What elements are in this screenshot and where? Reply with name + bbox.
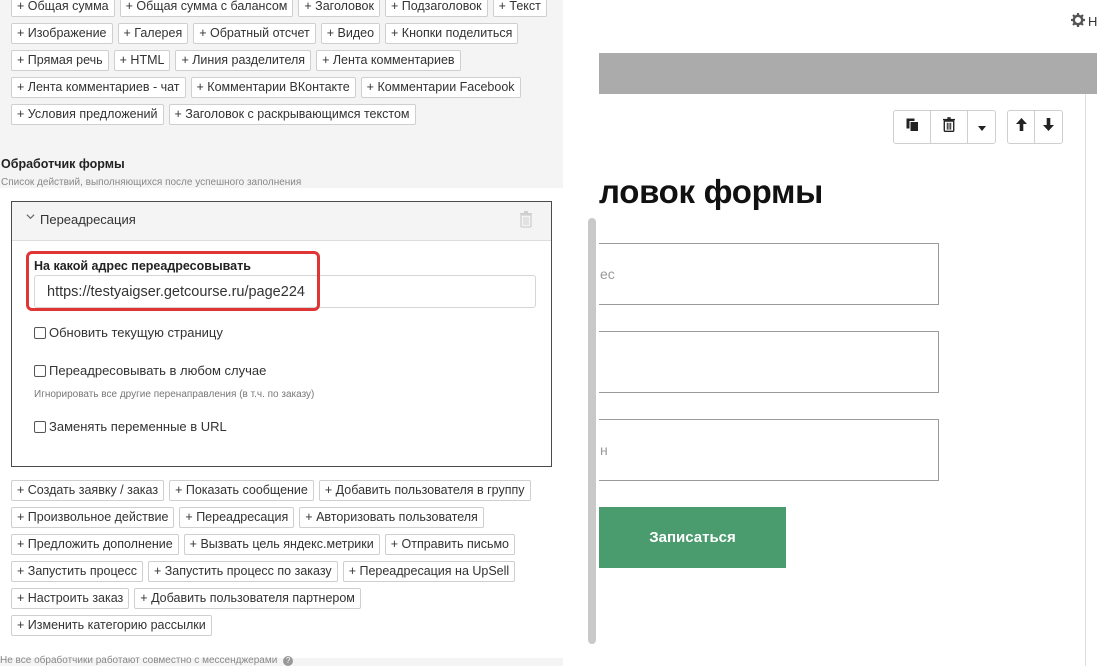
add-button[interactable]: + Произвольное действие: [11, 507, 175, 528]
replace-variables-checkbox[interactable]: [34, 420, 46, 433]
button-row: + Условия предложений + Заголовок с раскр…: [11, 104, 556, 127]
caret-down-icon: [977, 118, 986, 136]
add-button[interactable]: + HTML: [113, 50, 171, 71]
form-handler-title: Обработчик формы: [1, 157, 125, 171]
preview-input-phone[interactable]: н: [599, 419, 939, 481]
add-button[interactable]: + Общая сумма: [11, 0, 115, 17]
form-heading: ловок формы: [599, 173, 823, 210]
add-button[interactable]: + Галерея: [117, 23, 189, 44]
replace-variables-option[interactable]: Заменять переменные в URL: [34, 419, 227, 434]
preview-input-email-placeholder: ес: [600, 266, 615, 282]
add-button[interactable]: + Переадресация: [179, 507, 295, 528]
add-block-buttons: + Общая сумма + Общая сумма с балансом + З…: [11, 0, 556, 131]
add-button[interactable]: + Кнопки поделиться: [385, 23, 519, 44]
add-button[interactable]: + Переадресация на UpSell: [342, 561, 516, 582]
add-button[interactable]: + Текст: [492, 0, 547, 17]
add-button[interactable]: + Комментарии ВКонтакте: [190, 77, 356, 98]
help-icon[interactable]: ?: [283, 656, 294, 666]
refresh-page-option[interactable]: Обновить текущую страницу: [34, 325, 223, 340]
add-button[interactable]: + Отправить письмо: [384, 534, 516, 555]
button-row: + Общая сумма + Общая сумма с балансом + З…: [11, 0, 556, 19]
button-row: + Предложить дополнение + Вызвать цель ян…: [11, 534, 556, 557]
form-settings-panel: + Общая сумма + Общая сумма с балансом + З…: [0, 0, 563, 666]
add-button[interactable]: + Заголовок с раскрывающимся текстом: [168, 104, 416, 125]
add-button[interactable]: + Настроить заказ: [11, 588, 130, 609]
url-field-highlight: [26, 251, 320, 311]
add-button[interactable]: + Добавить пользователя партнером: [134, 588, 361, 609]
add-button[interactable]: + Комментарии Facebook: [360, 77, 521, 98]
ignore-redirects-note: Игнорировать все другие перенаправления …: [34, 389, 315, 400]
add-button[interactable]: + Условия предложений: [11, 104, 164, 125]
redirect-card-title: Переадресация: [40, 212, 136, 227]
add-button[interactable]: + Лента комментариев - чат: [11, 77, 186, 98]
always-redirect-checkbox[interactable]: [34, 364, 46, 377]
delete-block-button[interactable]: [931, 111, 968, 143]
submit-button[interactable]: Записаться: [599, 507, 786, 568]
redirect-action-card: Переадресация На какой адрес переадресов…: [11, 201, 552, 467]
button-row: + Создать заявку / заказ + Показать сообщ…: [11, 480, 556, 503]
redirect-card-header[interactable]: Переадресация: [12, 202, 551, 241]
arrow-up-icon: [1015, 118, 1027, 136]
button-row: + Произвольное действие + Переадресация + …: [11, 507, 556, 530]
always-redirect-label: Переадресовывать в любом случае: [49, 363, 267, 378]
move-down-button[interactable]: [1035, 111, 1062, 143]
chevron-down-icon[interactable]: [26, 212, 35, 224]
button-row: + Изображение + Галерея + Обратный отсчет +…: [11, 23, 556, 46]
add-button[interactable]: + Добавить пользователя в группу: [318, 480, 531, 501]
add-button[interactable]: + Видео: [320, 23, 381, 44]
gear-icon[interactable]: [1071, 13, 1085, 32]
add-button[interactable]: + Показать сообщение: [169, 480, 314, 501]
add-button[interactable]: + Изменить категорию рассылки: [11, 615, 212, 636]
refresh-page-checkbox[interactable]: [34, 326, 46, 339]
block-actions-group: [893, 110, 996, 144]
copy-block-button[interactable]: [894, 111, 931, 143]
button-row: + Настроить заказ + Добавить пользователя…: [11, 588, 556, 611]
copy-icon: [906, 118, 919, 137]
block-toolbar: [893, 110, 1063, 144]
scrollbar-thumb[interactable]: [588, 218, 596, 644]
add-button[interactable]: + Предложить дополнение: [11, 534, 179, 555]
form-handler-subtitle: Список действий, выполняющихся после усп…: [1, 177, 302, 188]
add-button[interactable]: + Обратный отсчет: [193, 23, 316, 44]
add-handler-buttons: + Создать заявку / заказ + Показать сообщ…: [11, 480, 556, 642]
add-button[interactable]: + Запустить процесс: [11, 561, 143, 582]
add-button[interactable]: + Лента комментариев: [316, 50, 461, 71]
add-button[interactable]: + Общая сумма с балансом: [119, 0, 294, 17]
add-button[interactable]: + Подзаголовок: [384, 0, 488, 17]
arrow-down-icon: [1043, 118, 1054, 136]
button-row: + Изменить категорию рассылки: [11, 615, 556, 638]
messenger-hint: Не все обработчики работают совместно с …: [0, 655, 294, 666]
add-button[interactable]: + Линия разделителя: [175, 50, 312, 71]
trash-icon: [943, 117, 955, 137]
button-row: + Запустить процесс + Запустить процесс п…: [11, 561, 556, 584]
add-button[interactable]: + Заголовок: [298, 0, 380, 17]
button-row: + Лента комментариев - чат + Комментарии …: [11, 77, 556, 100]
messenger-hint-text: Не все обработчики работают совместно с …: [0, 655, 278, 666]
refresh-page-label: Обновить текущую страницу: [49, 325, 223, 340]
preview-input-phone-placeholder: н: [600, 442, 608, 458]
preview-input-email[interactable]: ес: [599, 243, 939, 305]
preview-input-name[interactable]: [599, 331, 939, 393]
add-button[interactable]: + Вызвать цель яндекс.метрики: [183, 534, 380, 555]
block-move-group: [1007, 110, 1063, 144]
add-button[interactable]: + Авторизовать пользователя: [299, 507, 484, 528]
trash-icon[interactable]: [519, 211, 533, 233]
settings-label[interactable]: Н: [1088, 14, 1097, 29]
add-button[interactable]: + Прямая речь: [11, 50, 109, 71]
move-up-button[interactable]: [1008, 111, 1035, 143]
button-row: + Прямая речь + HTML + Линия разделителя + …: [11, 50, 556, 73]
add-button[interactable]: + Создать заявку / заказ: [11, 480, 165, 501]
preview-header-band: [599, 53, 1097, 94]
replace-variables-label: Заменять переменные в URL: [49, 419, 227, 434]
always-redirect-option[interactable]: Переадресовывать в любом случае: [34, 363, 266, 378]
add-button[interactable]: + Изображение: [11, 23, 113, 44]
add-button[interactable]: + Запустить процесс по заказу: [147, 561, 338, 582]
block-menu-dropdown[interactable]: [968, 111, 995, 143]
